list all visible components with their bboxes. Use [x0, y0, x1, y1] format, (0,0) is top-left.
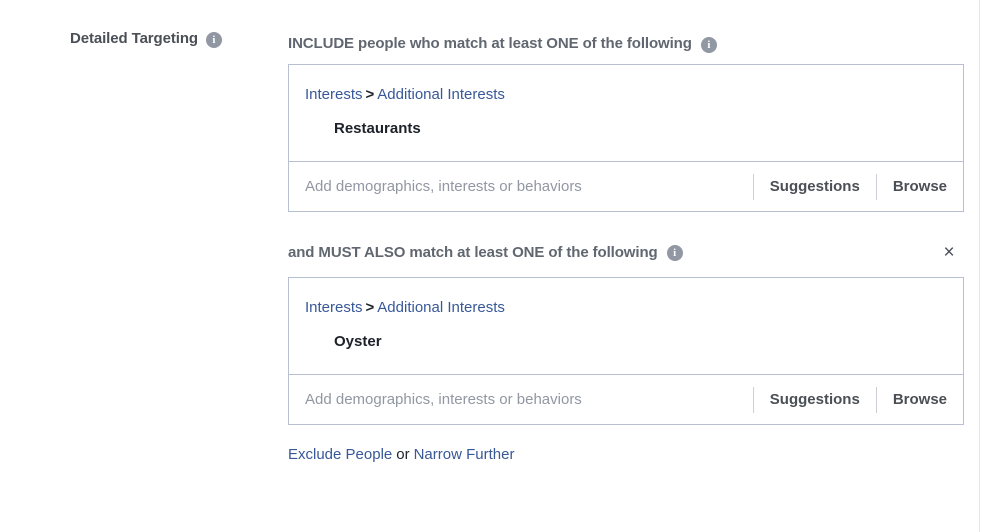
breadcrumb-child[interactable]: Additional Interests [377, 86, 505, 103]
narrow-section-header: and MUST ALSO match at least ONE of the … [288, 244, 683, 261]
breadcrumb-separator: > [365, 299, 375, 316]
breadcrumb-root[interactable]: Interests [305, 86, 363, 103]
narrow-section-header-row: and MUST ALSO match at least ONE of the … [288, 212, 964, 265]
include-tags-area[interactable]: Interests > Additional Interests Restauran… [289, 65, 963, 161]
include-header-text: INCLUDE people who match at least ONE of… [288, 35, 692, 52]
panel-gutter [981, 0, 994, 532]
exclude-people-link[interactable]: Exclude People [288, 446, 392, 463]
targeting-main-column: INCLUDE people who match at least ONE of… [288, 0, 964, 465]
breadcrumb-child[interactable]: Additional Interests [377, 299, 505, 316]
info-icon[interactable]: i [205, 31, 222, 48]
detailed-targeting-panel: Detailed Targeting i INCLUDE people who … [0, 0, 980, 532]
breadcrumb-separator: > [365, 86, 375, 103]
narrow-targeting-box: Interests > Additional Interests Oyster Ad… [288, 277, 964, 425]
footer-conjunction: or [396, 446, 410, 463]
suggestions-button[interactable]: Suggestions [754, 178, 876, 195]
targeting-tag[interactable]: Oyster [334, 332, 947, 352]
info-icon[interactable]: i [666, 245, 683, 261]
include-targeting-box: Interests > Additional Interests Restauran… [288, 64, 964, 212]
info-icon[interactable]: i [700, 36, 717, 53]
narrow-further-link[interactable]: Narrow Further [414, 446, 515, 463]
breadcrumb: Interests > Additional Interests [305, 298, 947, 318]
close-icon[interactable]: × [936, 239, 962, 265]
narrow-tags-area[interactable]: Interests > Additional Interests Oyster [289, 278, 963, 374]
breadcrumb-root[interactable]: Interests [305, 299, 363, 316]
detailed-targeting-label: Detailed Targeting i [70, 30, 270, 48]
narrow-header-text: and MUST ALSO match at least ONE of the … [288, 243, 658, 261]
breadcrumb: Interests > Additional Interests [305, 85, 947, 105]
include-input-row: Add demographics, interests or behaviors… [289, 161, 963, 211]
include-section-header: INCLUDE people who match at least ONE of… [288, 35, 964, 53]
targeting-tag[interactable]: Restaurants [334, 119, 947, 139]
targeting-footer-links: Exclude People or Narrow Further [288, 445, 964, 465]
narrow-input-row: Add demographics, interests or behaviors… [289, 374, 963, 424]
targeting-search-input[interactable]: Add demographics, interests or behaviors [305, 178, 753, 195]
browse-button[interactable]: Browse [877, 391, 949, 408]
field-label-text: Detailed Targeting [70, 30, 198, 47]
browse-button[interactable]: Browse [877, 178, 949, 195]
targeting-search-input[interactable]: Add demographics, interests or behaviors [305, 391, 753, 408]
suggestions-button[interactable]: Suggestions [754, 391, 876, 408]
